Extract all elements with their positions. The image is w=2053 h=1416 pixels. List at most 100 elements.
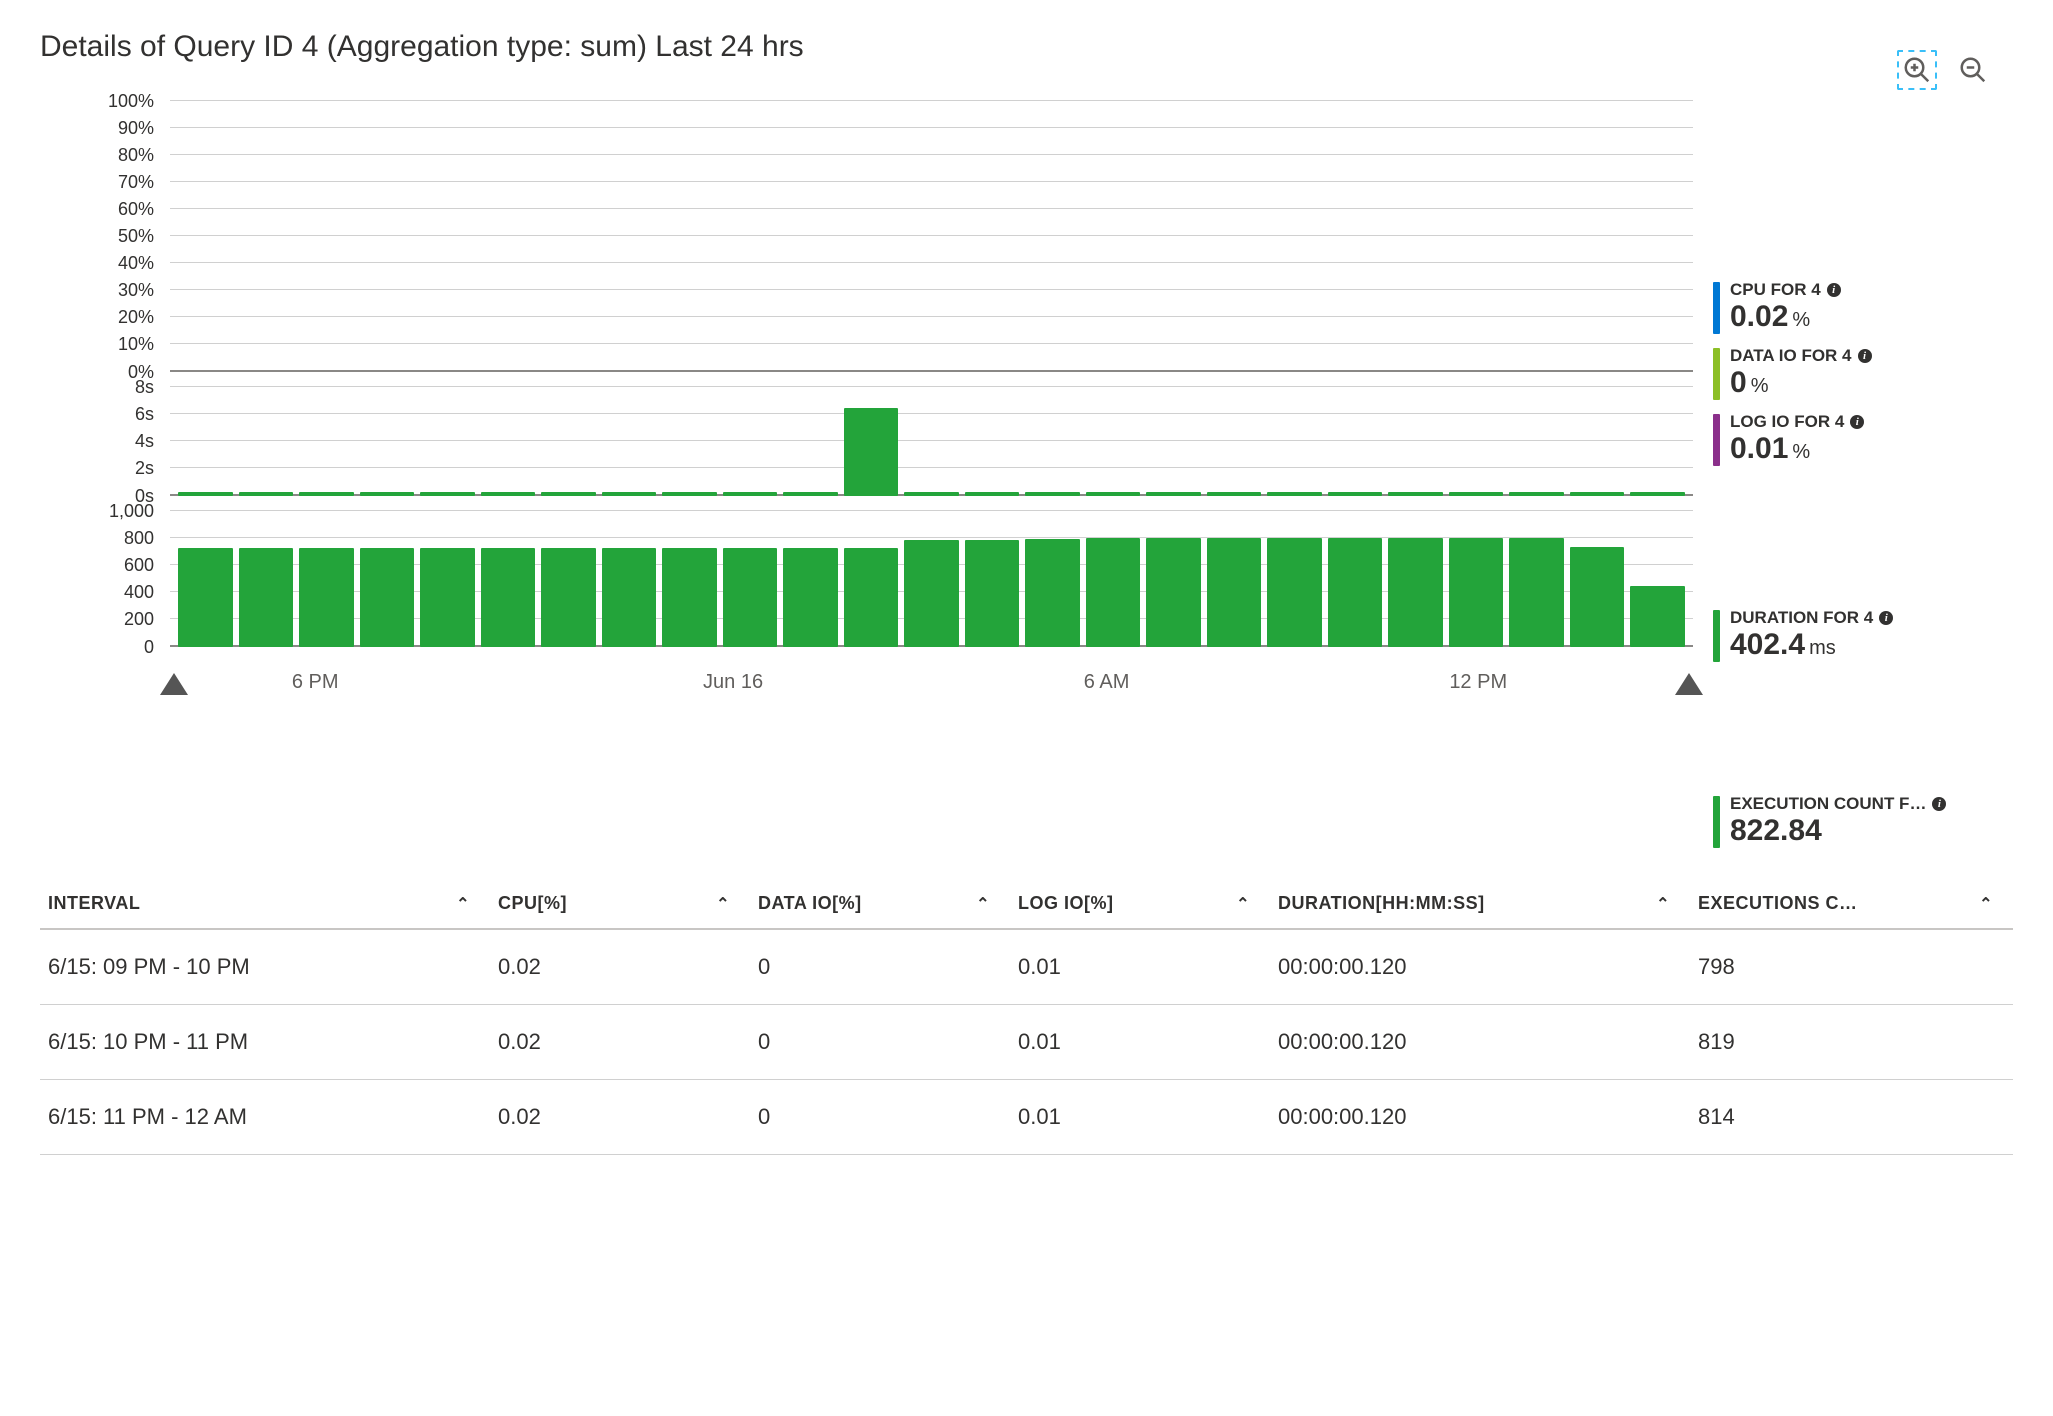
table-cell: 00:00:00.120: [1270, 954, 1690, 980]
info-icon[interactable]: i: [1858, 349, 1872, 363]
execution-bar[interactable]: [1388, 538, 1443, 647]
sort-caret-icon: ⌃: [716, 894, 730, 914]
execution-bar[interactable]: [1267, 538, 1322, 647]
legend-item[interactable]: DATA IO FOR 4i0%: [1713, 346, 2013, 400]
execution-bar[interactable]: [360, 548, 415, 647]
duration-bar[interactable]: [965, 492, 1020, 496]
execution-bar[interactable]: [1207, 538, 1262, 647]
table-cell: 0.01: [1010, 1104, 1270, 1130]
y-tick-label: 8s: [135, 377, 170, 398]
y-tick-label: 800: [124, 528, 170, 549]
execution-bar[interactable]: [1570, 547, 1625, 647]
duration-bar[interactable]: [904, 492, 959, 496]
x-tick-label: 6 AM: [1084, 671, 1130, 694]
duration-bar[interactable]: [1630, 492, 1685, 496]
duration-bar[interactable]: [1328, 492, 1383, 496]
execution-bar[interactable]: [1328, 538, 1383, 647]
col-cpu[interactable]: CPU[%]⌃: [490, 893, 750, 914]
legend-value: 0.02%: [1730, 300, 2013, 333]
col-interval[interactable]: INTERVAL⌃: [40, 893, 490, 914]
range-handle-left-icon[interactable]: [160, 673, 188, 695]
execution-bar[interactable]: [420, 548, 475, 647]
execution-bar[interactable]: [844, 548, 899, 647]
legend-item[interactable]: LOG IO FOR 4i0.01%: [1713, 412, 2013, 466]
duration-bar[interactable]: [178, 492, 233, 496]
execution-bar[interactable]: [1146, 538, 1201, 647]
y-tick-label: 50%: [118, 226, 170, 247]
info-icon[interactable]: i: [1932, 797, 1946, 811]
legend-value: 0.01%: [1730, 432, 2013, 465]
y-tick-label: 90%: [118, 118, 170, 139]
duration-bar[interactable]: [239, 492, 294, 496]
duration-bar[interactable]: [1025, 492, 1080, 496]
duration-bar[interactable]: [1509, 492, 1564, 496]
execution-bar[interactable]: [904, 540, 959, 647]
duration-bar[interactable]: [1207, 492, 1262, 496]
table-cell: 0.02: [490, 1104, 750, 1130]
details-table: INTERVAL⌃ CPU[%]⌃ DATA IO[%]⌃ LOG IO[%]⌃…: [40, 878, 2013, 1155]
legend-color-swatch: [1713, 348, 1720, 400]
legend-item[interactable]: DURATION FOR 4i402.4ms: [1713, 608, 2013, 662]
col-dataio[interactable]: DATA IO[%]⌃: [750, 893, 1010, 914]
execution-bar[interactable]: [541, 548, 596, 647]
table-header-row: INTERVAL⌃ CPU[%]⌃ DATA IO[%]⌃ LOG IO[%]⌃…: [40, 878, 2013, 930]
y-tick-label: 100%: [108, 91, 170, 112]
chart-legend: CPU FOR 4i0.02%DATA IO FOR 4i0%LOG IO FO…: [1713, 100, 2013, 848]
sort-caret-icon: ⌃: [976, 894, 990, 914]
range-handle-right-icon[interactable]: [1675, 673, 1703, 695]
sort-caret-icon: ⌃: [456, 894, 470, 914]
duration-bar[interactable]: [420, 492, 475, 496]
legend-item[interactable]: CPU FOR 4i0.02%: [1713, 280, 2013, 334]
execution-bar[interactable]: [783, 548, 838, 647]
info-icon[interactable]: i: [1850, 415, 1864, 429]
execution-bar[interactable]: [965, 540, 1020, 647]
zoom-controls: [1897, 50, 1993, 90]
duration-bar[interactable]: [783, 492, 838, 496]
execution-bar[interactable]: [239, 548, 294, 647]
execution-bar[interactable]: [1449, 538, 1504, 647]
duration-bar[interactable]: [1146, 492, 1201, 496]
duration-bar[interactable]: [1267, 492, 1322, 496]
zoom-in-button[interactable]: [1897, 50, 1937, 90]
execution-bar[interactable]: [1509, 538, 1564, 647]
info-icon[interactable]: i: [1879, 611, 1893, 625]
legend-color-swatch: [1713, 610, 1720, 662]
y-tick-label: 10%: [118, 334, 170, 355]
execution-bar[interactable]: [299, 548, 354, 647]
legend-item[interactable]: EXECUTION COUNT F…i822.84: [1713, 794, 2013, 848]
execution-bar[interactable]: [602, 548, 657, 647]
info-icon[interactable]: i: [1827, 283, 1841, 297]
duration-bar[interactable]: [1570, 492, 1625, 496]
execution-bar[interactable]: [178, 548, 233, 647]
y-tick-label: 60%: [118, 199, 170, 220]
col-logio[interactable]: LOG IO[%]⌃: [1010, 893, 1270, 914]
zoom-out-button[interactable]: [1953, 50, 1993, 90]
legend-value: 402.4ms: [1730, 628, 2013, 661]
duration-bar[interactable]: [299, 492, 354, 496]
col-executions[interactable]: EXECUTIONS C…⌃: [1690, 893, 2013, 914]
duration-bar[interactable]: [1086, 492, 1141, 496]
execution-bar[interactable]: [1025, 539, 1080, 647]
duration-bar[interactable]: [662, 492, 717, 496]
legend-color-swatch: [1713, 414, 1720, 466]
table-row[interactable]: 6/15: 10 PM - 11 PM0.0200.0100:00:00.120…: [40, 1005, 2013, 1080]
duration-bar[interactable]: [723, 492, 778, 496]
duration-bar[interactable]: [541, 492, 596, 496]
y-tick-label: 0: [144, 637, 170, 658]
execution-bar[interactable]: [1086, 538, 1141, 647]
table-cell: 0: [750, 1104, 1010, 1130]
duration-bar[interactable]: [360, 492, 415, 496]
duration-bar[interactable]: [1449, 492, 1504, 496]
duration-bar[interactable]: [481, 492, 536, 496]
execution-bar[interactable]: [723, 548, 778, 647]
duration-bar[interactable]: [844, 408, 899, 496]
execution-bar[interactable]: [481, 548, 536, 647]
table-row[interactable]: 6/15: 11 PM - 12 AM0.0200.0100:00:00.120…: [40, 1080, 2013, 1155]
duration-bar[interactable]: [1388, 492, 1443, 496]
duration-bar[interactable]: [602, 492, 657, 496]
table-row[interactable]: 6/15: 09 PM - 10 PM0.0200.0100:00:00.120…: [40, 930, 2013, 1005]
execution-bar[interactable]: [1630, 586, 1685, 647]
execution-bar[interactable]: [662, 548, 717, 647]
col-duration[interactable]: DURATION[HH:MM:SS]⌃: [1270, 893, 1690, 914]
chart-execution-count: 1,0008006004002000: [170, 510, 1693, 647]
